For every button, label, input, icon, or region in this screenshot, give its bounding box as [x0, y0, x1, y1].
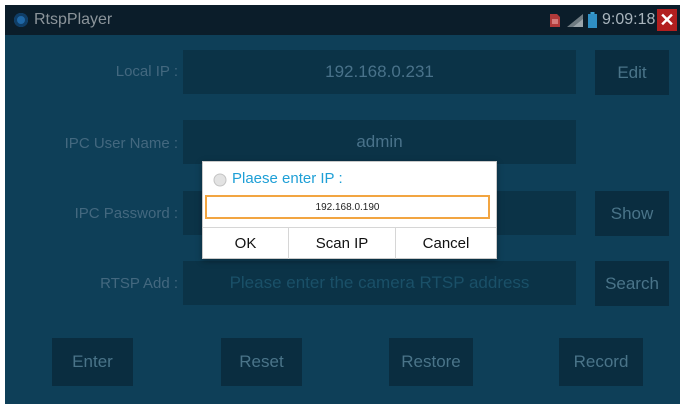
rtsp-address-field[interactable]: Please enter the camera RTSP address [183, 261, 576, 305]
signal-icon [567, 14, 583, 27]
ok-button[interactable]: OK [203, 228, 289, 259]
enter-ip-dialog: Plaese enter IP : OK Scan IP Cancel [202, 161, 497, 259]
rtsp-label: RTSP Add : [100, 275, 178, 292]
clock: 9:09:18 [602, 11, 656, 28]
close-button[interactable]: ✕ [657, 9, 677, 31]
show-button[interactable]: Show [595, 191, 669, 236]
app-screen: RtspPlayer 9:09:18 ✕ Local IP : 192.168.… [5, 5, 680, 404]
local-ip-label: Local IP : [115, 63, 178, 80]
local-ip-field[interactable]: 192.168.0.231 [183, 50, 576, 94]
app-title: RtspPlayer [34, 11, 113, 28]
edit-button[interactable]: Edit [595, 50, 669, 95]
cancel-button[interactable]: Cancel [396, 228, 496, 259]
record-button[interactable]: Record [559, 338, 643, 386]
reset-button[interactable]: Reset [221, 338, 302, 386]
ip-input[interactable] [205, 195, 490, 219]
title-bar: RtspPlayer 9:09:18 ✕ [5, 5, 680, 35]
battery-icon [588, 12, 597, 28]
dialog-title: Plaese enter IP : [232, 170, 343, 187]
app-icon [14, 13, 28, 27]
restore-button[interactable]: Restore [389, 338, 473, 386]
info-icon [213, 173, 227, 187]
scan-ip-button[interactable]: Scan IP [289, 228, 396, 259]
dialog-buttons: OK Scan IP Cancel [203, 227, 496, 259]
search-button[interactable]: Search [595, 261, 669, 306]
dialog-header: Plaese enter IP : [203, 162, 496, 195]
password-label: IPC Password : [74, 205, 178, 222]
user-name-field[interactable]: admin [183, 120, 576, 164]
enter-button[interactable]: Enter [52, 338, 133, 386]
user-name-label: IPC User Name : [64, 135, 178, 152]
sim-icon [550, 14, 560, 27]
